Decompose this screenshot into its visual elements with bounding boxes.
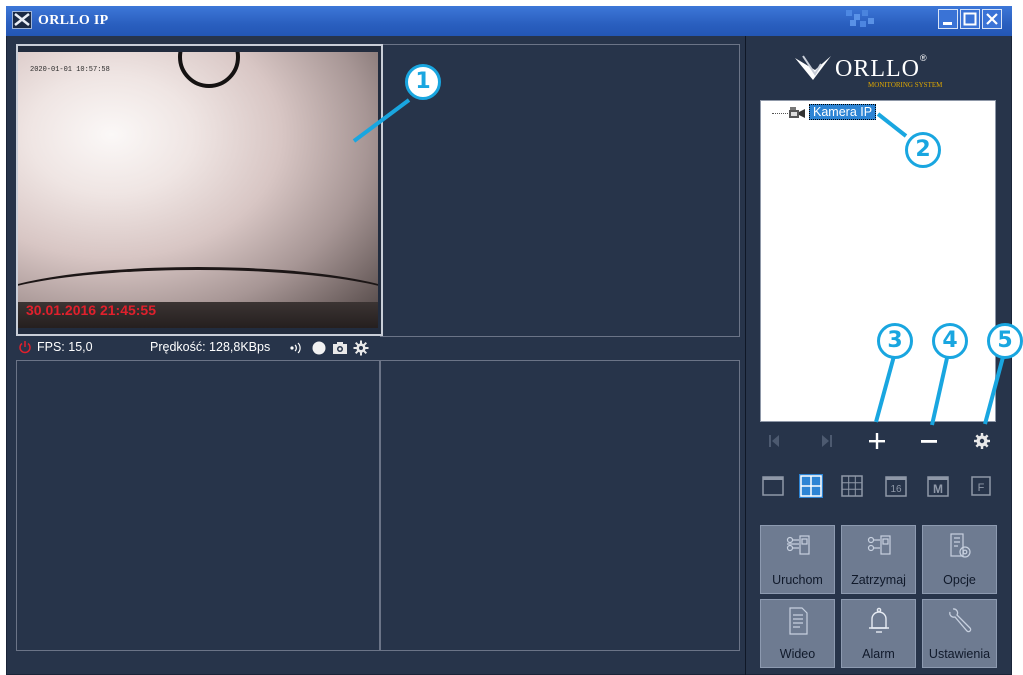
minimize-button[interactable] (938, 9, 958, 29)
power-icon[interactable] (18, 340, 32, 354)
remove-device-button[interactable] (918, 430, 940, 452)
orllo-logo-icon (793, 52, 833, 88)
maximize-button[interactable] (960, 9, 980, 29)
stop-button[interactable]: Zatrzymaj (841, 525, 916, 594)
next-icon (822, 435, 832, 447)
window-title: ORLLO IP (38, 13, 109, 28)
logo-registered: ® (920, 53, 927, 63)
next-button[interactable] (816, 430, 838, 452)
options-button[interactable]: Opcje (922, 525, 997, 594)
camera-icon (788, 106, 808, 120)
add-device-button[interactable] (866, 430, 888, 452)
callout-5: 5 (987, 323, 1023, 359)
feed-ring (18, 267, 378, 328)
osd-timestamp: 30.01.2016 21:45:55 (26, 302, 156, 318)
prev-button[interactable] (763, 430, 785, 452)
video-button[interactable]: Wideo (760, 599, 835, 668)
speed-label: Prędkość: 128,8KBps (150, 340, 271, 354)
callout-4: 4 (932, 323, 968, 359)
remove-icon (921, 440, 937, 443)
fps-label: FPS: 15,0 (37, 340, 93, 354)
prev-icon (769, 435, 779, 447)
snapshot-icon[interactable] (332, 340, 348, 356)
close-button[interactable] (982, 9, 1002, 29)
osd-top-text: 2020-01-01 10:57:58 (30, 66, 110, 74)
video-cell-4[interactable] (380, 360, 740, 651)
video-cell-3[interactable] (16, 360, 380, 651)
svg-text:F: F (978, 482, 985, 494)
svg-text:M: M (933, 482, 943, 496)
video-icon (789, 607, 808, 635)
view-1-button[interactable] (761, 474, 785, 498)
device-settings-button[interactable] (971, 430, 993, 452)
tree-connector (772, 113, 788, 114)
callout-3: 3 (877, 323, 913, 359)
video-label: Wideo (779, 647, 816, 661)
settings-button[interactable]: Ustawienia (922, 599, 997, 668)
view-m-button[interactable]: M (926, 474, 950, 498)
alarm-button[interactable]: Alarm (841, 599, 916, 668)
settings-icon[interactable] (353, 340, 369, 356)
svg-text:16: 16 (890, 484, 902, 495)
camera-feed[interactable]: 2020-01-01 10:57:58 30.01.2016 21:45:55 (18, 52, 378, 328)
record-icon[interactable] (311, 340, 327, 356)
view-f-button[interactable]: F (969, 474, 993, 498)
alarm-label: Alarm (862, 647, 895, 661)
gear-icon (974, 433, 990, 449)
bell-icon (869, 607, 889, 633)
add-icon (869, 433, 885, 449)
logo-text: ORLLO (835, 56, 920, 82)
settings-label: Ustawienia (928, 647, 991, 661)
callout-2: 2 (905, 132, 941, 168)
options-label: Opcje (943, 573, 976, 587)
title-decoration (846, 10, 876, 28)
view-16-button[interactable]: 16 (884, 474, 908, 498)
feed-object (178, 52, 240, 88)
close-icon (986, 13, 998, 25)
stop-label: Zatrzymaj (851, 573, 906, 587)
logo-subtitle: MONITORING SYSTEM (868, 81, 943, 89)
options-icon (950, 533, 971, 558)
start-label: Uruchom (772, 573, 823, 587)
app-logo-icon (12, 11, 32, 29)
device-tree[interactable] (760, 100, 996, 422)
start-button[interactable]: Uruchom (760, 525, 835, 594)
callout-1: 1 (405, 64, 441, 100)
tree-item-camera[interactable]: Kamera IP (809, 104, 877, 120)
panel-divider (745, 36, 746, 675)
start-icon (786, 535, 810, 555)
wrench-icon (949, 608, 972, 633)
view-9-button[interactable] (840, 474, 864, 498)
maximize-icon (963, 12, 977, 26)
minimize-icon (943, 22, 952, 25)
audio-icon[interactable] (288, 340, 304, 356)
view-4-button[interactable] (799, 474, 823, 498)
stop-icon (867, 535, 891, 555)
